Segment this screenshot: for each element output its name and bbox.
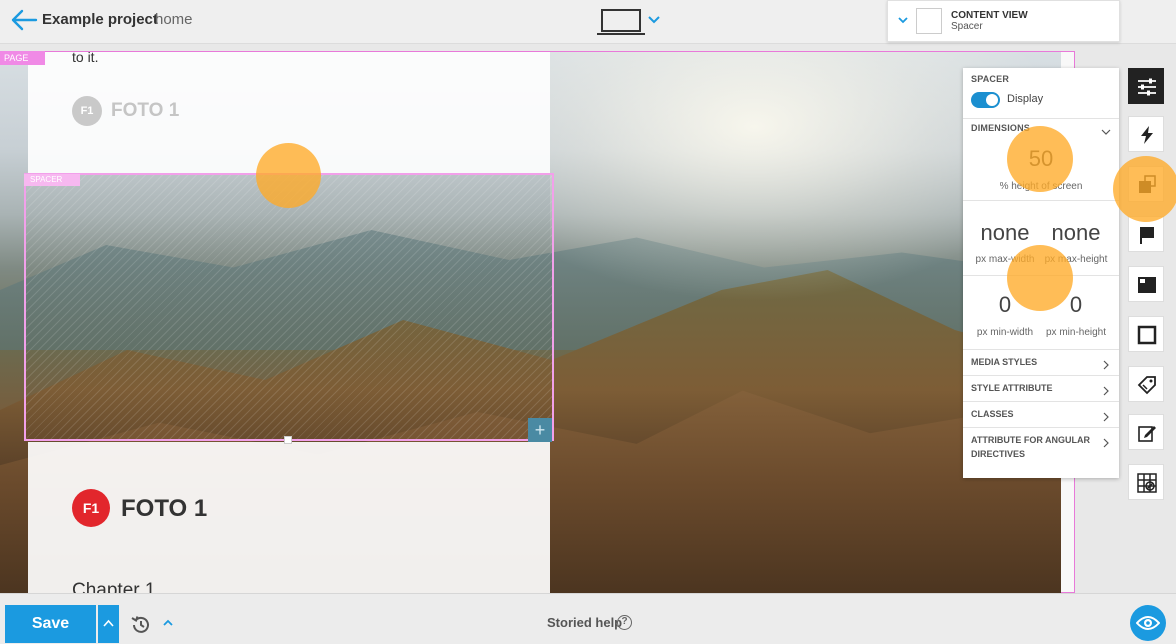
spacer-element[interactable] (24, 173, 554, 441)
help-link[interactable]: Storied help (547, 615, 622, 630)
lightning-icon[interactable] (1128, 116, 1164, 152)
image-icon[interactable] (1128, 266, 1164, 302)
touch-indicator (256, 143, 321, 208)
content-view-title: CONTENT VIEW (951, 10, 1028, 21)
divider (963, 401, 1119, 402)
sliders-icon[interactable] (1128, 68, 1164, 104)
chevron-down-icon[interactable] (896, 13, 910, 27)
chevron-right-icon[interactable] (1101, 383, 1111, 396)
bottom-bar: Save Storied help ? (0, 593, 1176, 644)
save-options-button[interactable] (98, 605, 119, 643)
edit-icon[interactable] (1128, 414, 1164, 450)
chevron-right-icon[interactable] (1101, 357, 1111, 370)
classes-section[interactable]: CLASSES (971, 407, 1099, 421)
touch-indicator (1007, 245, 1073, 311)
frame-icon[interactable] (1128, 316, 1164, 352)
touch-indicator (1007, 126, 1073, 192)
help-icon[interactable]: ? (617, 615, 632, 630)
foto-logo-text: FOTO 1 (111, 100, 180, 121)
tag-icon[interactable] (1128, 366, 1164, 402)
chevron-down-icon[interactable] (646, 12, 662, 28)
paragraph-text[interactable]: to it. (72, 49, 98, 65)
divider (963, 349, 1119, 350)
foto-logo-text: FOTO 1 (121, 495, 208, 522)
content-view-subtitle: Spacer (951, 21, 983, 32)
angular-directives-section[interactable]: ATTRIBUTE FOR ANGULAR DIRECTIVES (971, 433, 1099, 461)
max-width-input[interactable]: none (973, 220, 1037, 246)
divider (963, 118, 1119, 119)
divider (963, 375, 1119, 376)
page-badge: PAGE (0, 51, 45, 65)
display-label: Display (1007, 93, 1044, 105)
chevron-right-icon[interactable] (1101, 435, 1111, 448)
save-button[interactable]: Save (5, 605, 96, 643)
chevron-right-icon[interactable] (1101, 409, 1111, 422)
foto-logo-icon: F1 (72, 489, 110, 527)
content-view-thumbnail (916, 8, 942, 34)
divider (963, 427, 1119, 428)
page-name[interactable]: home (155, 11, 193, 28)
project-title[interactable]: Example project (42, 11, 158, 28)
min-width-label: px min-width (976, 327, 1034, 338)
spacer-section-title: SPACER (971, 74, 1010, 84)
foto-logo-icon: F1 (72, 96, 102, 126)
history-icon[interactable] (130, 614, 152, 636)
laptop-icon[interactable] (597, 8, 645, 36)
add-element-button[interactable]: + (528, 418, 552, 442)
eye-icon[interactable] (1130, 605, 1166, 641)
spacer-badge: SPACER (24, 174, 80, 186)
top-bar: Example project home CONTENT VIEW Spacer (0, 0, 1176, 44)
divider (963, 200, 1119, 201)
grid-icon[interactable] (1128, 464, 1164, 500)
content-view-selector[interactable]: CONTENT VIEW Spacer (887, 0, 1120, 42)
max-height-input[interactable]: none (1044, 220, 1108, 246)
resize-handle[interactable] (284, 436, 292, 444)
display-toggle[interactable] (971, 92, 1000, 108)
media-styles-section[interactable]: MEDIA STYLES (971, 355, 1099, 369)
chevron-down-icon[interactable] (1101, 124, 1111, 135)
style-attribute-section[interactable]: STYLE ATTRIBUTE (971, 381, 1099, 395)
touch-indicator (1113, 156, 1176, 222)
min-height-label: px min-height (1045, 327, 1107, 338)
chevron-up-icon[interactable] (162, 616, 174, 628)
back-arrow-icon[interactable] (10, 8, 38, 32)
